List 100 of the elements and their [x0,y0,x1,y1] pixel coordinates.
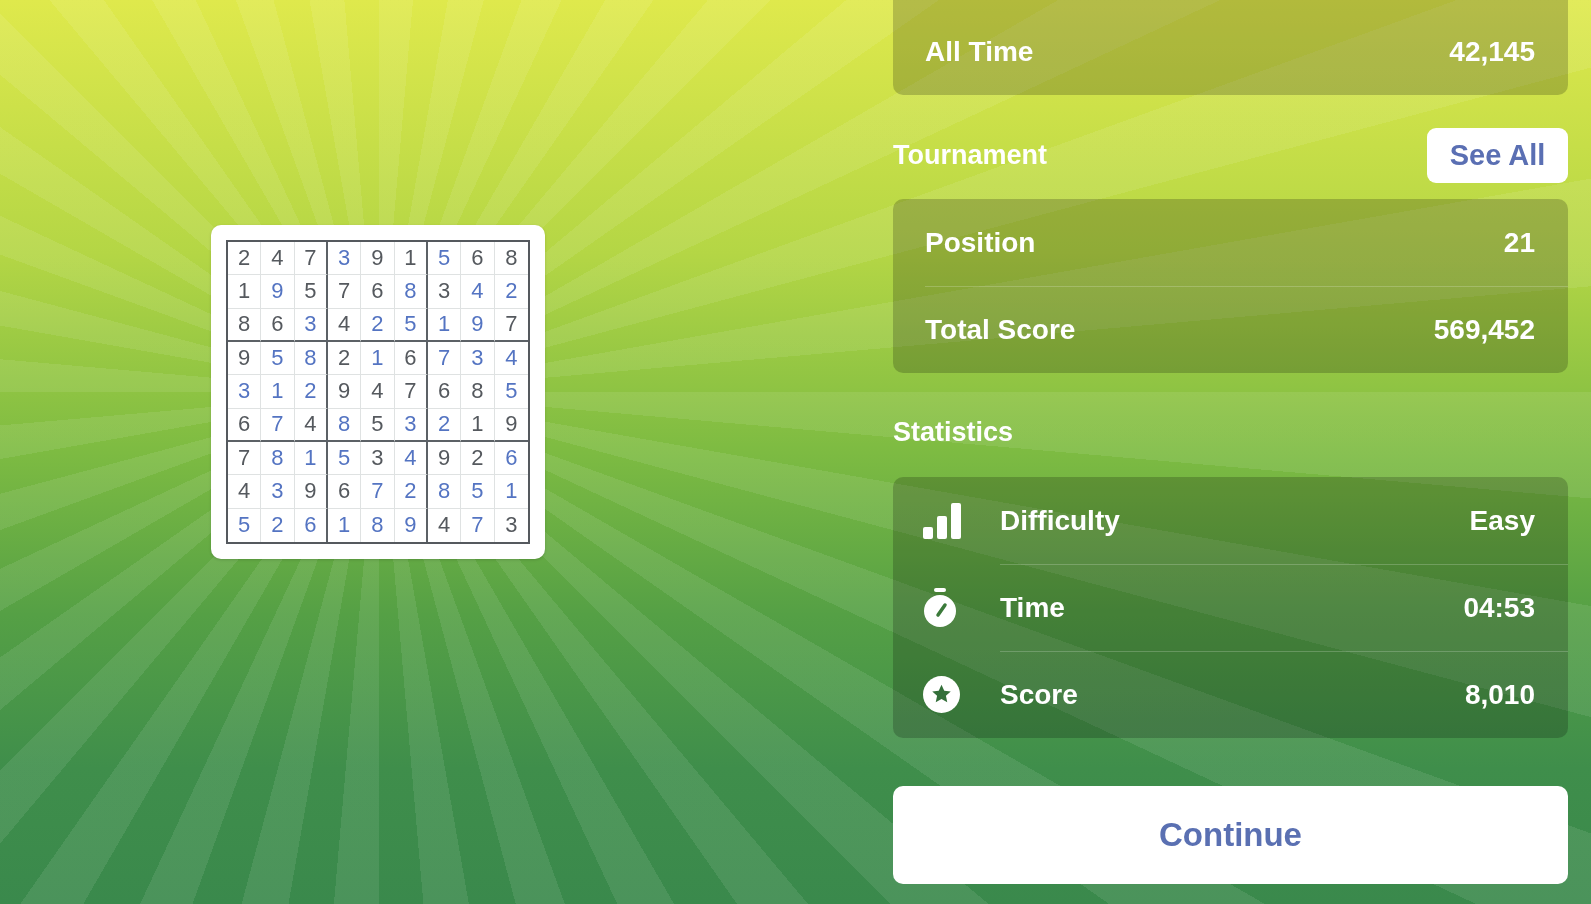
sudoku-cell: 7 [228,442,262,476]
sudoku-cell: 2 [328,342,362,376]
section-heading: Statistics [893,416,1014,450]
bar-chart-icon [923,502,961,539]
stat-value: Easy [1469,503,1535,538]
sudoku-cell: 2 [494,275,528,309]
sudoku-cell: 8 [361,508,395,542]
stat-value: 21 [1503,225,1535,260]
sudoku-cell: 3 [361,442,395,476]
sudoku-cell: 9 [328,375,362,409]
sudoku-cell: 8 [494,242,528,276]
sudoku-cell: 1 [394,242,428,276]
sudoku-cell: 9 [294,475,328,509]
sudoku-cell: 2 [228,242,262,276]
sudoku-cell: 5 [494,375,528,409]
sudoku-cell: 3 [428,275,462,309]
section-heading: Tournament [893,139,1047,173]
sudoku-cell: 3 [328,242,362,276]
sudoku-cell: 8 [328,408,362,442]
sudoku-cell: 4 [294,408,328,442]
sudoku-cell: 7 [461,508,495,542]
sudoku-cell: 1 [328,508,362,542]
sudoku-cell: 9 [461,308,495,342]
sudoku-cell: 1 [261,375,295,409]
sudoku-cell: 5 [361,408,395,442]
sudoku-cell: 2 [394,475,428,509]
sudoku-cell: 9 [261,275,295,309]
sudoku-cell: 3 [261,475,295,509]
sudoku-cell: 7 [261,408,295,442]
sudoku-cell: 5 [328,442,362,476]
sudoku-cell: 9 [361,242,395,276]
sudoku-cell: 5 [261,342,295,376]
sudoku-cell: 1 [494,475,528,509]
sudoku-cell: 2 [361,308,395,342]
sudoku-cell: 6 [328,475,362,509]
sudoku-cell: 3 [294,308,328,342]
sudoku-cell: 1 [228,275,262,309]
sudoku-cell: 1 [294,442,328,476]
sudoku-cell: 4 [361,375,395,409]
continue-button[interactable]: Continue [893,786,1568,884]
see-all-button[interactable]: See All [1427,128,1568,183]
sudoku-cell: 5 [228,508,262,542]
stat-value: 42,145 [1449,34,1535,69]
sudoku-cell: 5 [394,308,428,342]
sudoku-cell: 8 [228,308,262,342]
sudoku-cell: 8 [294,342,328,376]
sudoku-cell: 8 [461,375,495,409]
sudoku-cell: 2 [461,442,495,476]
sudoku-cell: 1 [361,342,395,376]
sudoku-cell: 7 [328,275,362,309]
stat-value: 04:53 [1463,591,1535,625]
sudoku-cell: 4 [261,242,295,276]
sudoku-cell: 6 [494,442,528,476]
sudoku-cell: 2 [428,408,462,442]
sudoku-cell: 3 [394,408,428,442]
sudoku-cell: 4 [461,275,495,309]
sudoku-cell: 6 [228,408,262,442]
sudoku-cell-text: 3 [504,511,519,540]
sudoku-cell: 3 [461,342,495,376]
stat-label: Time [1000,591,1065,625]
sudoku-cell: 4 [394,442,428,476]
stat-label: Position [925,225,1036,260]
sudoku-cell: 8 [261,442,295,476]
sudoku-cell: 4 [328,308,362,342]
sudoku-cell: 9 [494,408,528,442]
sudoku-cell: 4 [228,475,262,509]
sudoku-cell: 4 [494,342,528,376]
sudoku-cell: 5 [461,475,495,509]
sudoku-cell: 3 [228,375,262,409]
sudoku-cell: 6 [261,308,295,342]
sudoku-cell: 5 [428,242,462,276]
sudoku-cell: 2 [261,508,295,542]
sudoku-cell: 7 [428,342,462,376]
sudoku-cell: 9 [428,442,462,476]
stat-value: 569,452 [1433,313,1535,347]
stat-label: All Time [925,34,1034,69]
sudoku-cell: 6 [361,275,395,309]
sudoku-cell: 2 [294,375,328,409]
sudoku-cell: 6 [461,242,495,276]
stat-value: 8,010 [1464,678,1535,712]
star-circle-icon [923,676,960,713]
sudoku-cell: 9 [394,508,428,542]
stat-label: Score [1000,678,1078,712]
sudoku-cell: 6 [394,342,428,376]
stat-label: Total Score [925,313,1076,347]
sudoku-cell: 9 [228,342,262,376]
sudoku-cell: 6 [294,508,328,542]
sudoku-cell: 7 [361,475,395,509]
sudoku-cell: 4 [428,508,462,542]
sudoku-cell: 8 [428,475,462,509]
sudoku-cell: 7 [394,375,428,409]
sudoku-cell: 6 [428,375,462,409]
sudoku-cell: 7 [294,242,328,276]
sudoku-cell: 1 [428,308,462,342]
sudoku-cell: 8 [394,275,428,309]
sudoku-cell: 1 [461,408,495,442]
stopwatch-icon [923,587,957,628]
stat-label: Difficulty [1000,503,1120,538]
sudoku-cell: 7 [494,308,528,342]
sudoku-cell: 5 [294,275,328,309]
